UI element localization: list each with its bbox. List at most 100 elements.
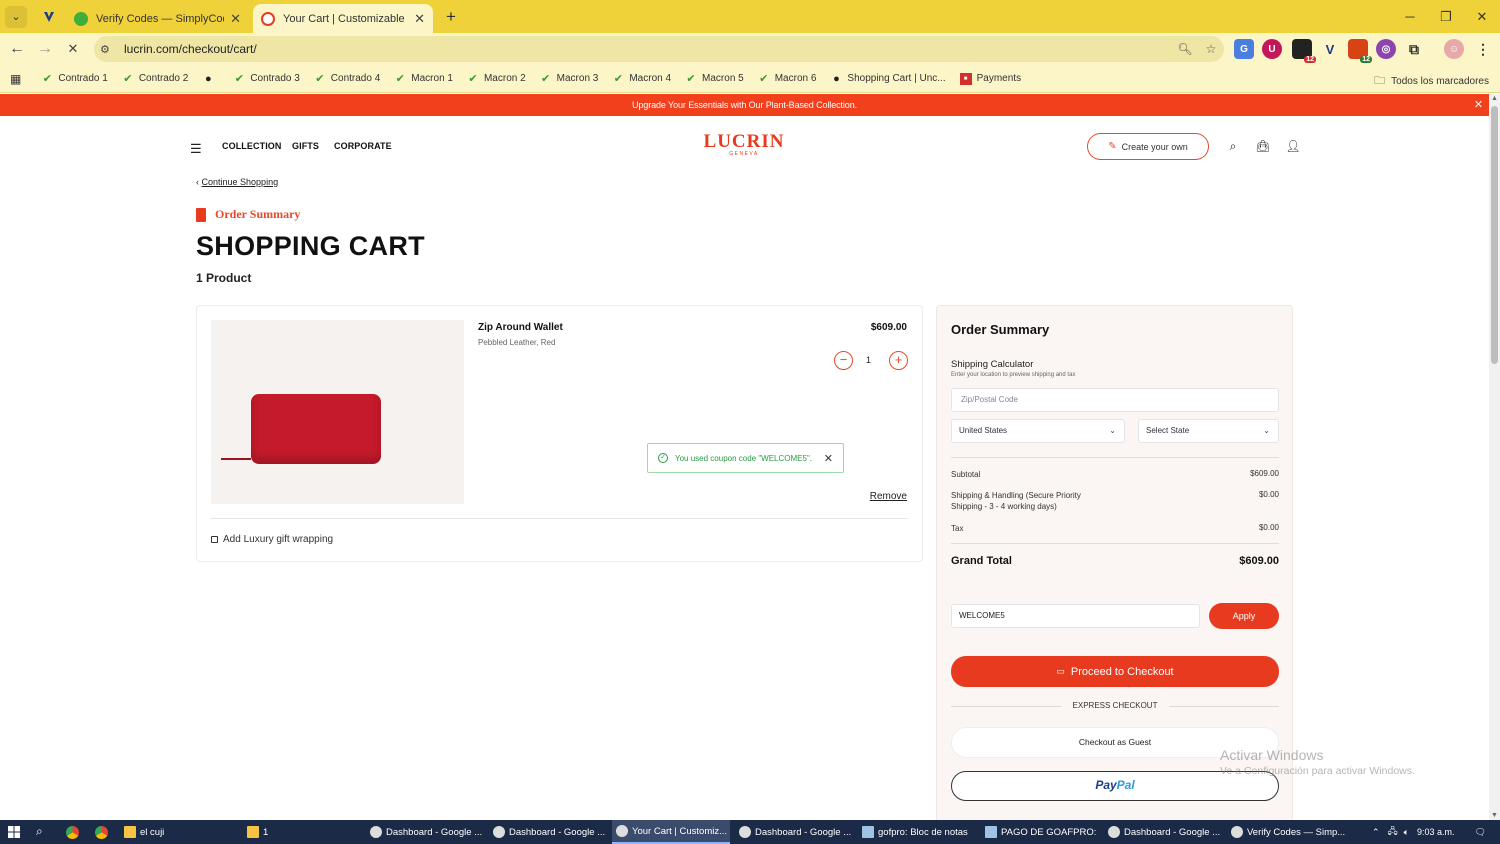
all-bookmarks-button[interactable]: 🗀 Todos los marcadores (1374, 72, 1489, 91)
site-info-icon[interactable]: ⚙ (100, 43, 120, 56)
site-logo[interactable]: LUCRIN GENEVA (700, 131, 788, 157)
translate-extension-icon[interactable]: G (1234, 39, 1254, 59)
purple-extension-icon[interactable]: ◎ (1376, 39, 1396, 59)
forward-button[interactable]: → (31, 35, 59, 63)
arrow-left-icon: ← (9, 40, 25, 57)
taskbar-item[interactable]: PAGO DE GOAFPRO: ... (981, 820, 1099, 844)
scroll-down-icon[interactable]: ▼ (1489, 812, 1500, 819)
notifications-icon[interactable]: 🗨︎ (1475, 827, 1486, 838)
network-icon[interactable]: 🖧︎ (1388, 824, 1398, 840)
bookmark-star-icon[interactable]: ☆ (1198, 42, 1224, 56)
taskbar-item-active[interactable]: Your Cart | Customiz... (612, 820, 730, 844)
chrome-icon (493, 826, 505, 838)
promo-text[interactable]: Upgrade Your Essentials with Our Plant-B… (632, 100, 857, 110)
tab-search-button[interactable]: ⌄ (5, 5, 27, 28)
volume-icon[interactable]: 🔈︎ (1404, 827, 1409, 838)
address-bar[interactable]: ⚙ lucrin.com/checkout/cart/ 🔍︎ ☆ (94, 36, 1224, 62)
tab-verify-codes[interactable]: Verify Codes — SimplyCodes ✕ (66, 4, 249, 33)
taskbar-item[interactable]: 1 (243, 820, 361, 844)
taskbar-item[interactable]: Dashboard - Google ... (366, 820, 484, 844)
bookmark-item[interactable]: ✔ Contrado 4 (314, 73, 380, 85)
minimize-button[interactable]: ─ (1392, 0, 1428, 33)
continue-shopping-link[interactable]: ‹ Continue Shopping (196, 177, 278, 187)
taskbar-item[interactable]: gofpro: Bloc de notas (858, 820, 976, 844)
taskbar-item[interactable]: Dashboard - Google ... (489, 820, 607, 844)
account-icon[interactable]: 👤︎ (1285, 139, 1301, 155)
product-name[interactable]: Zip Around Wallet (478, 322, 563, 333)
bookmark-item[interactable]: ✔ Macron 3 (540, 73, 598, 85)
extension-badge-icon[interactable]: 12 (1348, 39, 1372, 63)
tab-your-cart[interactable]: Your Cart | Customizable Leath ✕ (253, 4, 433, 33)
bookmark-item[interactable]: ✔ Contrado 1 (41, 73, 108, 85)
close-icon[interactable]: ✕ (1474, 94, 1483, 116)
zoom-icon[interactable]: 🔍︎ (1172, 42, 1198, 56)
close-tab-icon[interactable]: ✕ (414, 11, 425, 27)
taskbar-item[interactable]: Dashboard - Google ... (1104, 820, 1222, 844)
remove-item-link[interactable]: Remove (870, 491, 907, 502)
country-select[interactable]: United States ⌄ (951, 419, 1125, 443)
back-button[interactable]: ← (3, 35, 31, 63)
close-window-button[interactable]: ✕ (1464, 0, 1500, 33)
create-your-own-button[interactable]: ✎ Create your own (1087, 133, 1209, 160)
chevron-down-icon: ⌄ (1263, 426, 1270, 435)
close-icon[interactable]: ✕ (824, 452, 833, 465)
url-text[interactable]: lucrin.com/checkout/cart/ (124, 42, 1172, 56)
chrome-icon[interactable] (95, 826, 108, 839)
chrome-icon (739, 826, 751, 838)
extensions-puzzle-icon[interactable]: ⧉ (1404, 39, 1424, 59)
coupon-code-input[interactable]: WELCOME5 (951, 604, 1200, 628)
badge-count: 12 (1304, 56, 1316, 63)
ublock-extension-icon[interactable]: U (1262, 39, 1282, 59)
bookmark-item[interactable]: ✔ Contrado 2 (122, 73, 188, 85)
bookmark-item[interactable]: ✔ Macron 6 (758, 73, 816, 85)
gift-wrap-option[interactable]: Add Luxury gift wrapping (211, 534, 333, 545)
apply-coupon-button[interactable]: Apply (1209, 603, 1279, 629)
close-tab-icon[interactable]: ✕ (230, 11, 241, 27)
gift-wrap-checkbox[interactable] (211, 536, 218, 543)
bookmark-item[interactable]: ✔ Contrado 3 (233, 73, 300, 85)
quantity-decrease-button[interactable]: − (834, 351, 853, 370)
quantity-increase-button[interactable]: + (889, 351, 908, 370)
bookmark-item[interactable]: ● Shopping Cart | Unc... (830, 73, 946, 85)
bookmark-item[interactable]: ● (202, 73, 219, 85)
product-image[interactable] (211, 320, 464, 504)
quantity-value[interactable]: 1 (866, 355, 871, 365)
nav-gifts[interactable]: GIFTS (292, 141, 319, 151)
menu-icon[interactable]: ☰ (190, 141, 202, 157)
bookmark-item[interactable]: ■ Payments (959, 72, 1021, 85)
tab-strip: ⌄ Verify Codes — SimplyCodes ✕ Your Cart… (0, 0, 1500, 33)
bookmark-item[interactable]: ✔ Macron 5 (685, 73, 743, 85)
clock[interactable]: 9:03 a.m. (1417, 827, 1455, 837)
chevron-up-icon[interactable]: ⌃ (1372, 827, 1380, 838)
new-tab-button[interactable]: + (441, 7, 461, 27)
search-icon[interactable]: ⌕ (36, 824, 43, 839)
bookmark-item[interactable]: ✔ Macron 1 (394, 73, 453, 85)
search-icon[interactable]: ⌕ (1225, 139, 1241, 155)
page-scrollbar[interactable]: ▲ ▼ (1489, 94, 1500, 820)
browser-menu-icon[interactable]: ⋮ (1473, 39, 1493, 59)
simplycodes-extension-icon[interactable]: V (1320, 39, 1340, 59)
taskbar-item[interactable]: el cuji (120, 820, 238, 844)
pinned-tab[interactable] (35, 3, 63, 31)
stop-loading-button[interactable]: ✕ (59, 35, 87, 63)
zip-code-input[interactable]: Zip/Postal Code (951, 388, 1279, 412)
taskbar-item[interactable]: Dashboard - Google ... (735, 820, 853, 844)
bookmark-item[interactable]: ✔ Macron 4 (612, 73, 671, 85)
state-select[interactable]: Select State ⌄ (1138, 419, 1279, 443)
taskbar-item[interactable]: Verify Codes — Simp... (1227, 820, 1345, 844)
restore-button[interactable]: ❐ (1428, 0, 1464, 33)
chrome-icon[interactable] (66, 826, 79, 839)
scrollbar-thumb[interactable] (1491, 106, 1498, 364)
cart-bag-icon[interactable]: 👜︎ (1255, 139, 1271, 155)
nav-collection[interactable]: COLLECTION (222, 141, 282, 151)
start-button[interactable] (0, 820, 28, 844)
apps-grid-icon[interactable]: ▦ (10, 72, 21, 86)
nav-corporate[interactable]: CORPORATE (334, 141, 392, 151)
extension-badge-icon[interactable]: 12 (1292, 39, 1316, 63)
proceed-to-checkout-button[interactable]: ▭ Proceed to Checkout (951, 656, 1279, 687)
divider (951, 543, 1279, 544)
shipping-value: $0.00 (1258, 490, 1279, 499)
bookmark-item[interactable]: ✔ Macron 2 (467, 73, 525, 85)
scroll-up-icon[interactable]: ▲ (1489, 95, 1500, 102)
profile-avatar-icon[interactable]: ☺ (1444, 39, 1464, 59)
